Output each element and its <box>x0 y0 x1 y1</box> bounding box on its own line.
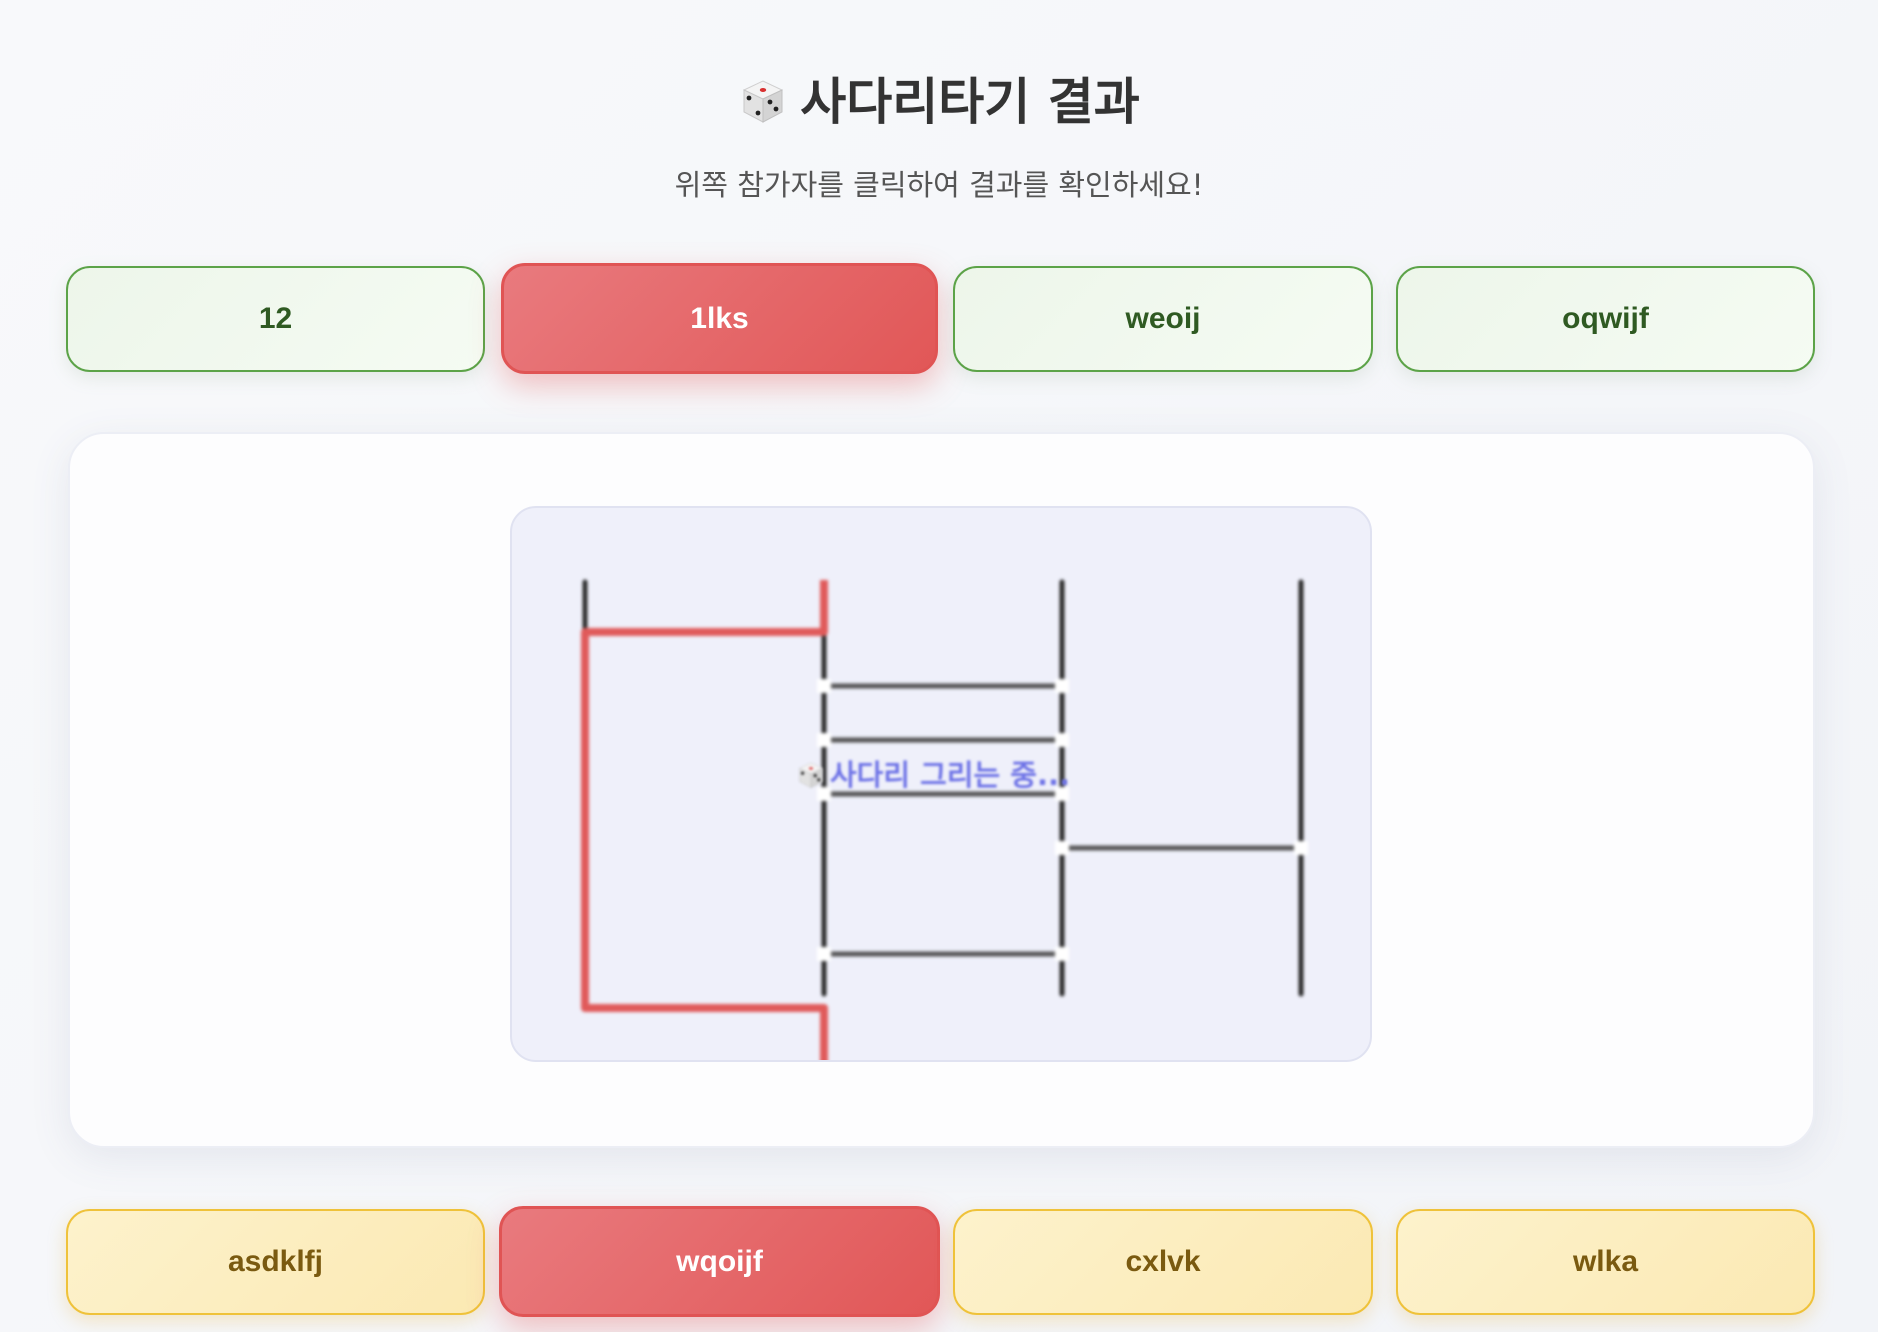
dice-icon <box>743 80 784 123</box>
ladder-node <box>1055 679 1069 693</box>
result-label: asdklfj <box>227 1245 324 1278</box>
participant-label: weoij <box>1125 302 1201 335</box>
dice-icon <box>798 762 824 789</box>
ladder-node <box>817 733 831 747</box>
ladder-node <box>1055 733 1069 747</box>
highlighted-path <box>581 580 828 1060</box>
participant-label: 12 <box>258 302 293 335</box>
participant-label: 1lks <box>690 301 749 335</box>
ladder-node <box>817 947 831 961</box>
result-label: cxlvk <box>1125 1245 1201 1278</box>
participant-button[interactable]: oqwijf <box>1396 266 1815 372</box>
participant-button[interactable]: 12 <box>66 266 485 372</box>
result-button[interactable]: asdklfj <box>66 1209 485 1315</box>
loading-text: 사다리 그리는 중... <box>830 758 1071 792</box>
loading-status: 사다리 그리는 중... <box>796 752 1070 794</box>
ladder-node <box>1055 841 1069 855</box>
participant-button-selected[interactable]: 1lks <box>501 263 938 374</box>
result-button-selected[interactable]: wqoijf <box>499 1206 940 1317</box>
participant-button[interactable]: weoij <box>953 266 1373 372</box>
result-label: wlka <box>1572 1245 1639 1278</box>
ladder-node <box>817 679 831 693</box>
ladder-node <box>1294 841 1308 855</box>
page-subtitle: 위쪽 참가자를 클릭하여 결과를 확인하세요! <box>674 168 1204 202</box>
result-button[interactable]: cxlvk <box>953 1209 1373 1315</box>
page-title: 사다리타기 결과 <box>0 62 1878 134</box>
result-label: wqoijf <box>676 1244 763 1278</box>
participant-label: oqwijf <box>1562 302 1649 335</box>
ladder-node <box>1055 947 1069 961</box>
page-title-text: 사다리타기 결과 <box>800 73 1140 131</box>
result-button[interactable]: wlka <box>1396 1209 1815 1315</box>
